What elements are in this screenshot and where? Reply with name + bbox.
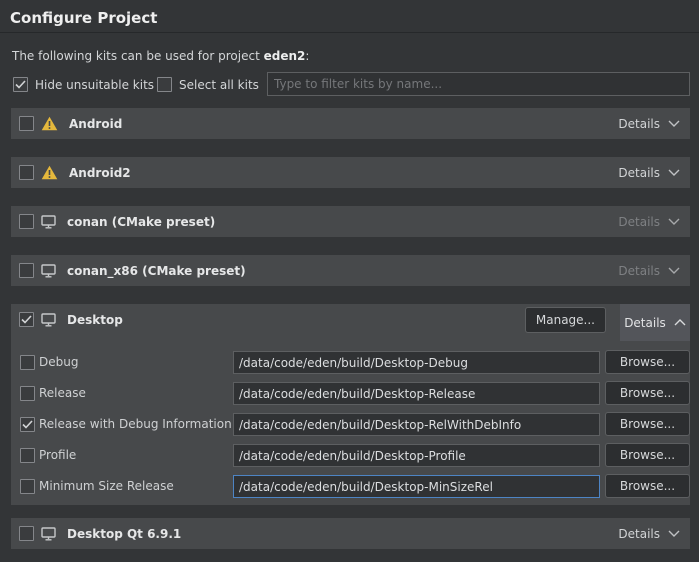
details-toggle[interactable]: Details	[618, 166, 682, 180]
chevron-down-icon	[668, 120, 680, 127]
subtitle-prefix: The following kits can be used for proje…	[12, 49, 264, 63]
details-label: Details	[624, 316, 666, 330]
checkbox-icon[interactable]	[13, 77, 28, 92]
kit-name: Desktop Qt 6.9.1	[67, 527, 181, 541]
chevron-down-icon	[668, 530, 680, 537]
kit-checkbox[interactable]	[19, 116, 34, 131]
kit-row-conan[interactable]: conan (CMake preset) Details	[11, 206, 690, 237]
manage-kits-button[interactable]: Manage...	[525, 307, 606, 333]
desktop-icon	[41, 527, 56, 541]
kit-checkbox[interactable]	[19, 165, 34, 180]
chevron-down-icon	[668, 169, 680, 176]
build-config-row: Profile Browse...	[11, 444, 690, 467]
build-dir-input[interactable]	[233, 382, 600, 405]
chevron-down-icon	[668, 267, 680, 274]
details-label: Details	[618, 264, 660, 278]
page-title: Configure Project	[10, 9, 157, 27]
build-config-checkbox[interactable]	[20, 417, 35, 432]
kit-name: conan (CMake preset)	[67, 215, 215, 229]
build-config-row: Release Browse...	[11, 382, 690, 405]
kit-checkbox[interactable]	[19, 263, 34, 278]
browse-button[interactable]: Browse...	[605, 443, 690, 467]
subtitle-suffix: :	[305, 49, 309, 63]
chevron-down-icon	[668, 218, 680, 225]
kit-name: Desktop	[67, 313, 123, 327]
kit-section-desktop: Desktop Manage... Details Debug Browse..…	[11, 304, 690, 505]
warning-icon	[41, 165, 58, 180]
project-name: eden2	[264, 49, 306, 63]
build-config-checkbox[interactable]	[20, 386, 35, 401]
desktop-icon	[41, 215, 56, 229]
details-toggle[interactable]: Details	[618, 117, 682, 131]
details-toggle[interactable]: Details	[618, 527, 682, 541]
details-label: Details	[618, 166, 660, 180]
build-config-label: Profile	[39, 448, 76, 462]
details-label: Details	[618, 117, 660, 131]
browse-button[interactable]: Browse...	[605, 381, 690, 405]
kit-name: conan_x86 (CMake preset)	[67, 264, 246, 278]
kit-row-desktop-qt-691[interactable]: Desktop Qt 6.9.1 Details	[11, 518, 690, 549]
browse-button[interactable]: Browse...	[605, 474, 690, 498]
kits-description: The following kits can be used for proje…	[12, 49, 309, 63]
build-config-checkbox[interactable]	[20, 355, 35, 370]
details-label: Details	[618, 215, 660, 229]
build-config-row: Minimum Size Release Browse...	[11, 475, 690, 498]
build-dir-input[interactable]	[233, 351, 600, 374]
kit-row-conan-x86[interactable]: conan_x86 (CMake preset) Details	[11, 255, 690, 286]
details-label: Details	[618, 527, 660, 541]
kit-row-android[interactable]: Android Details	[11, 108, 690, 139]
chevron-up-icon	[674, 319, 686, 326]
browse-button[interactable]: Browse...	[605, 412, 690, 436]
build-config-label: Release	[39, 386, 86, 400]
desktop-icon	[41, 313, 56, 327]
build-config-checkbox[interactable]	[20, 479, 35, 494]
details-toggle[interactable]: Details	[620, 304, 690, 341]
build-config-label: Debug	[39, 355, 78, 369]
kit-name: Android	[69, 117, 122, 131]
browse-button[interactable]: Browse...	[605, 350, 690, 374]
build-dir-input[interactable]	[233, 475, 600, 498]
hide-unsuitable-kits-checkbox[interactable]: Hide unsuitable kits	[13, 77, 154, 92]
kit-checkbox[interactable]	[19, 312, 34, 327]
build-dir-input[interactable]	[233, 444, 600, 467]
hide-unsuitable-kits-label: Hide unsuitable kits	[35, 78, 154, 92]
kit-checkbox[interactable]	[19, 526, 34, 541]
kit-name: Android2	[69, 166, 131, 180]
checkbox-icon[interactable]	[157, 77, 172, 92]
build-config-checkbox[interactable]	[20, 448, 35, 463]
warning-icon	[41, 116, 58, 131]
build-config-label: Release with Debug Information	[39, 417, 232, 431]
build-config-row: Debug Browse...	[11, 351, 690, 374]
details-toggle: Details	[618, 215, 682, 229]
details-toggle: Details	[618, 264, 682, 278]
kit-filter-input[interactable]	[267, 72, 690, 96]
select-all-kits-label: Select all kits	[179, 78, 259, 92]
desktop-icon	[41, 264, 56, 278]
kit-checkbox[interactable]	[19, 214, 34, 229]
build-dir-input[interactable]	[233, 413, 600, 436]
kit-row-android2[interactable]: Android2 Details	[11, 157, 690, 188]
build-config-row: Release with Debug Information Browse...	[11, 413, 690, 436]
title-separator	[0, 32, 699, 33]
select-all-kits-checkbox[interactable]: Select all kits	[157, 77, 259, 92]
build-config-label: Minimum Size Release	[39, 479, 174, 493]
